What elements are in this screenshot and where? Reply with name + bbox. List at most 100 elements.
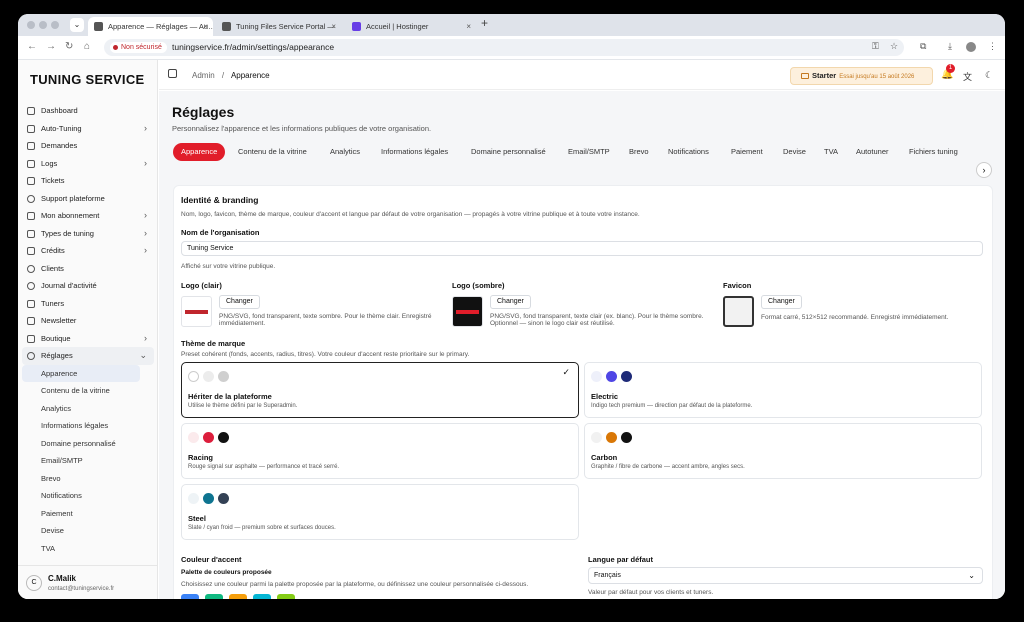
- sidebar-subitem-apparence[interactable]: Apparence: [22, 364, 140, 382]
- brand-logo[interactable]: TUNING SERVICE: [30, 72, 144, 87]
- sidebar-subitem-tva[interactable]: TVA: [22, 540, 154, 558]
- sidebar-item-auto-tuning[interactable]: Auto-Tuning ›: [22, 120, 154, 138]
- tag-icon: [27, 229, 35, 238]
- sidebar-item-newsletter[interactable]: Newsletter: [22, 312, 154, 330]
- ticket-icon: [27, 177, 35, 185]
- theme-option-heriter[interactable]: ✓ Hériter de la plateforme Utilise le th…: [181, 362, 579, 418]
- sidebar-item-tuners[interactable]: Tuners: [22, 295, 154, 313]
- chevron-right-icon: ›: [144, 245, 147, 255]
- sidebar-item-support[interactable]: Support plateforme: [22, 190, 154, 208]
- sidebar-item-label: Mon abonnement: [41, 211, 100, 220]
- theme-swatch: [203, 371, 214, 382]
- forward-icon[interactable]: →: [46, 41, 56, 52]
- moon-icon[interactable]: ☾: [985, 70, 993, 81]
- sidebar-subitem-devise[interactable]: Devise: [22, 522, 154, 540]
- close-icon[interactable]: ×: [331, 17, 336, 36]
- sidebar-item-types-tuning[interactable]: Types de tuning ›: [22, 225, 154, 243]
- new-tab-button[interactable]: +: [481, 16, 488, 30]
- tab-tva[interactable]: TVA: [824, 143, 838, 161]
- tab-fichiers[interactable]: Fichiers tuning: [909, 143, 958, 161]
- tab-legales[interactable]: Informations légales: [381, 143, 448, 161]
- logo-dark-desc: PNG/SVG, fond transparent, texte clair (…: [490, 313, 704, 327]
- favicon-desc: Format carré, 512×512 recommandé. Enregi…: [761, 314, 949, 321]
- settings-content: Réglages Personnalisez l'apparence et le…: [159, 91, 1005, 599]
- gear-icon: [27, 352, 35, 360]
- sidebar-subitem-smtp[interactable]: Email/SMTP: [22, 452, 154, 470]
- accent-chip[interactable]: [253, 594, 271, 599]
- security-badge[interactable]: Non sécurisé: [110, 42, 167, 53]
- extensions-icon[interactable]: ⧉: [920, 41, 926, 52]
- sidebar-item-abonnement[interactable]: Mon abonnement ›: [22, 207, 154, 225]
- home-icon[interactable]: ⌂: [84, 41, 90, 52]
- sidebar-subitem-paiement[interactable]: Paiement: [22, 505, 154, 523]
- user-menu[interactable]: C C.Malik contact@tuningservice.fr: [18, 565, 157, 599]
- language-value: Français: [594, 572, 621, 579]
- section-desc: Nom, logo, favicon, thème de marque, cou…: [181, 211, 640, 218]
- change-logo-light-button[interactable]: Changer: [219, 295, 260, 309]
- theme-option-carbon[interactable]: Carbon Graphite / fibre de carbone — acc…: [584, 423, 982, 479]
- browser-tab[interactable]: Accueil | Hostinger ×: [346, 17, 476, 36]
- sidebar-item-logs[interactable]: Logs ›: [22, 155, 154, 173]
- sidebar-subitem-contenu[interactable]: Contenu de la vitrine: [22, 382, 154, 400]
- accent-chip[interactable]: [229, 594, 247, 599]
- favicon-icon: [352, 22, 361, 31]
- tab-domaine[interactable]: Domaine personnalisé: [471, 143, 546, 161]
- tab-analytics[interactable]: Analytics: [330, 143, 360, 161]
- theme-option-electric[interactable]: Electric Indigo tech premium — direction…: [584, 362, 982, 418]
- tab-title: Accueil | Hostinger: [366, 22, 429, 31]
- tab-autotuner[interactable]: Autotuner: [856, 143, 889, 161]
- sidebar-item-demandes[interactable]: Demandes: [22, 137, 154, 155]
- plan-badge[interactable]: Starter Essai jusqu'au 15 août 2026: [790, 67, 933, 85]
- close-icon[interactable]: ×: [466, 17, 471, 36]
- favicon-label: Favicon: [723, 281, 752, 290]
- sidebar-subitem-analytics[interactable]: Analytics: [22, 400, 154, 418]
- browser-tab-active[interactable]: Apparence — Réglages — Au… ×: [88, 17, 213, 36]
- sidebar-item-credits[interactable]: Crédits ›: [22, 242, 154, 260]
- sidebar-item-tickets[interactable]: Tickets: [22, 172, 154, 190]
- theme-name: Carbon: [591, 453, 618, 462]
- sidebar-item-label: Tickets: [41, 176, 65, 185]
- sidebar-item-reglages[interactable]: Réglages ⌄: [22, 347, 154, 365]
- dashboard-icon: [27, 107, 35, 115]
- tab-devise[interactable]: Devise: [783, 143, 806, 161]
- tab-contenu[interactable]: Contenu de la vitrine: [238, 143, 307, 161]
- accent-chip[interactable]: [181, 594, 199, 599]
- key-icon[interactable]: ⚿: [872, 41, 879, 52]
- theme-option-steel[interactable]: Steel Slate / cyan froid — premium sobre…: [181, 484, 579, 540]
- download-icon[interactable]: ⤓: [948, 41, 952, 52]
- profile-icon[interactable]: [966, 42, 976, 52]
- tab-notifications[interactable]: Notifications: [668, 143, 709, 161]
- sidebar-item-boutique[interactable]: Boutique ›: [22, 330, 154, 348]
- tab-brevo[interactable]: Brevo: [629, 143, 649, 161]
- theme-option-racing[interactable]: Racing Rouge signal sur asphalte — perfo…: [181, 423, 579, 479]
- change-favicon-button[interactable]: Changer: [761, 295, 802, 309]
- accent-chip[interactable]: [205, 594, 223, 599]
- close-icon[interactable]: ×: [203, 17, 208, 36]
- sidebar-item-clients[interactable]: Clients: [22, 260, 154, 278]
- sidebar-subitem-brevo[interactable]: Brevo: [22, 470, 154, 488]
- sidebar-subitem-notifications[interactable]: Notifications: [22, 487, 154, 505]
- star-icon[interactable]: ☆: [890, 41, 898, 52]
- breadcrumb-root[interactable]: Admin: [192, 71, 215, 80]
- url-field[interactable]: Non sécurisé tuningservice.fr/admin/sett…: [104, 39, 904, 56]
- sidebar-item-dashboard[interactable]: Dashboard: [22, 102, 154, 120]
- theme-swatch: [203, 432, 214, 443]
- accent-chip[interactable]: [277, 594, 295, 599]
- tab-smtp[interactable]: Email/SMTP: [568, 143, 610, 161]
- sidebar-toggle-icon[interactable]: [168, 69, 177, 78]
- tab-paiement[interactable]: Paiement: [731, 143, 763, 161]
- tab-apparence[interactable]: Apparence: [173, 143, 226, 161]
- browser-tab[interactable]: Tuning Files Service Portal — ×: [216, 17, 341, 36]
- tab-search-icon[interactable]: ⌄: [70, 18, 84, 32]
- org-name-input[interactable]: Tuning Service: [181, 241, 983, 256]
- translate-icon[interactable]: 文: [963, 70, 972, 83]
- sidebar-item-journal[interactable]: Journal d'activité: [22, 277, 154, 295]
- sidebar-subitem-legales[interactable]: Informations légales: [22, 417, 154, 435]
- menu-icon[interactable]: ⋮: [988, 41, 997, 52]
- sidebar-subitem-domaine[interactable]: Domaine personnalisé: [22, 435, 154, 453]
- reload-icon[interactable]: ↻: [65, 41, 73, 52]
- tabs-next-button[interactable]: ›: [976, 162, 992, 178]
- language-select[interactable]: Français ⌄: [588, 567, 983, 584]
- change-logo-dark-button[interactable]: Changer: [490, 295, 531, 309]
- back-icon[interactable]: ←: [27, 41, 37, 52]
